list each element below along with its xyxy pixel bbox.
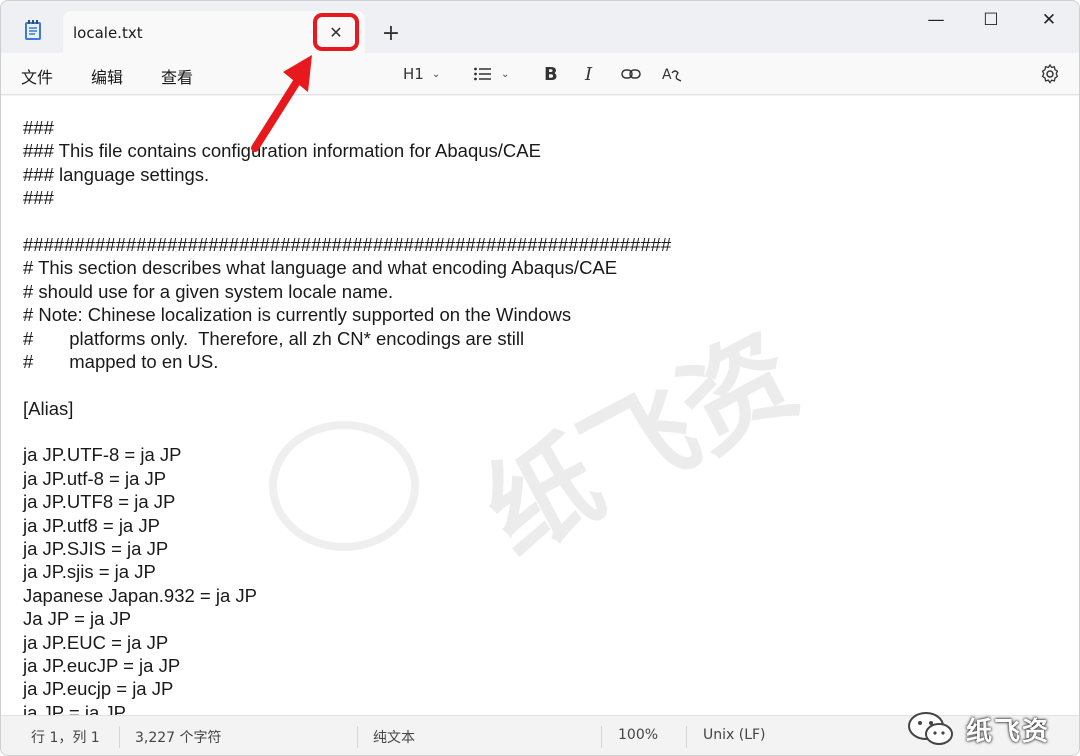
svg-text:A: A	[662, 67, 672, 83]
menu-edit[interactable]: 编辑	[91, 64, 123, 88]
link-icon	[621, 69, 641, 79]
title-bar: locale.txt ✕ + — ☐ ✕	[1, 1, 1079, 54]
wechat-icon	[908, 712, 953, 745]
heading-label: H1	[403, 65, 424, 83]
settings-button[interactable]	[1039, 61, 1061, 87]
notepad-window: locale.txt ✕ + — ☐ ✕ 文件 编辑 查看 H1 ⌄ ⌄ B I	[0, 0, 1080, 756]
list-icon	[474, 67, 491, 81]
character-count: 3,227 个字符	[135, 730, 222, 746]
cursor-position: 行 1，列 1	[31, 730, 100, 746]
spellcheck-icon: A	[662, 67, 682, 83]
document-line: ja JP.utf8 = ja JP	[23, 514, 160, 536]
document-line: ### This file contains configuration inf…	[23, 140, 541, 162]
status-divider	[119, 726, 120, 748]
brand-watermark: 纸飞资	[906, 701, 1079, 755]
document-line: ja JP.utf-8 = ja JP	[23, 467, 167, 489]
brand-name: 纸飞资	[966, 716, 1051, 747]
minimize-button[interactable]: —	[913, 5, 959, 35]
tab-title: locale.txt	[73, 24, 143, 42]
document-line: ja JP.eucjp = ja JP	[23, 678, 174, 700]
document-line: ### language settings.	[23, 163, 210, 185]
chevron-down-icon: ⌄	[431, 68, 441, 80]
document-text: ### ### This file contains configuration …	[23, 116, 671, 715]
close-tab-highlight	[313, 13, 359, 51]
status-divider	[601, 726, 602, 748]
document-line: ja JP.UTF8 = ja JP	[23, 491, 176, 513]
line-ending[interactable]: Unix (LF)	[703, 727, 766, 743]
menu-view[interactable]: 查看	[161, 64, 193, 88]
close-window-button[interactable]: ✕	[1026, 5, 1072, 35]
status-divider	[686, 726, 687, 748]
bold-button[interactable]: B	[544, 61, 558, 87]
maximize-button[interactable]: ☐	[968, 5, 1014, 35]
document-line: ja JP.eucJP = ja JP	[23, 654, 181, 676]
document-line: ja JP.sjis = ja JP	[23, 561, 156, 583]
link-button[interactable]	[621, 61, 641, 87]
document-line: # platforms only. Therefore, all zh CN* …	[23, 327, 525, 349]
list-dropdown[interactable]: ⌄	[473, 61, 509, 87]
document-line: ja JP.SJIS = ja JP	[23, 538, 169, 560]
document-line: ja JP.UTF-8 = ja JP	[23, 444, 182, 466]
new-tab-button[interactable]: +	[377, 19, 405, 47]
document-line: Japanese Japan.932 = ja JP	[23, 584, 257, 606]
notepad-app-icon	[25, 20, 41, 40]
document-line: [Alias]	[23, 397, 74, 419]
document-line: ja JP = ja JP	[23, 701, 127, 715]
menu-bar: 文件 编辑 查看 H1 ⌄ ⌄ B I A	[1, 53, 1079, 95]
document-line: Ja JP = ja JP	[23, 608, 132, 630]
document-line: # mapped to en US.	[23, 350, 219, 372]
text-editor[interactable]: 纸飞资 ### ### This file contains configurat…	[1, 96, 1079, 715]
document-line: ja JP.EUC = ja JP	[23, 631, 169, 653]
document-line: # should use for a given system locale n…	[23, 280, 394, 302]
heading-dropdown[interactable]: H1 ⌄	[403, 61, 440, 87]
settings-icon	[1041, 63, 1059, 84]
chevron-down-icon: ⌄	[501, 68, 510, 80]
document-line: # This section describes what language a…	[23, 257, 618, 279]
document-line: ########################################…	[23, 233, 672, 255]
italic-button[interactable]: I	[585, 61, 592, 87]
menu-file[interactable]: 文件	[21, 64, 53, 88]
document-line: # Note: Chinese localization is currentl…	[23, 304, 572, 326]
status-divider	[357, 726, 358, 748]
document-line: ###	[23, 117, 54, 138]
document-line: ###	[23, 187, 54, 209]
file-format[interactable]: 纯文本	[373, 727, 415, 747]
zoom-level[interactable]: 100%	[618, 727, 658, 743]
spellcheck-button[interactable]: A	[661, 61, 683, 87]
